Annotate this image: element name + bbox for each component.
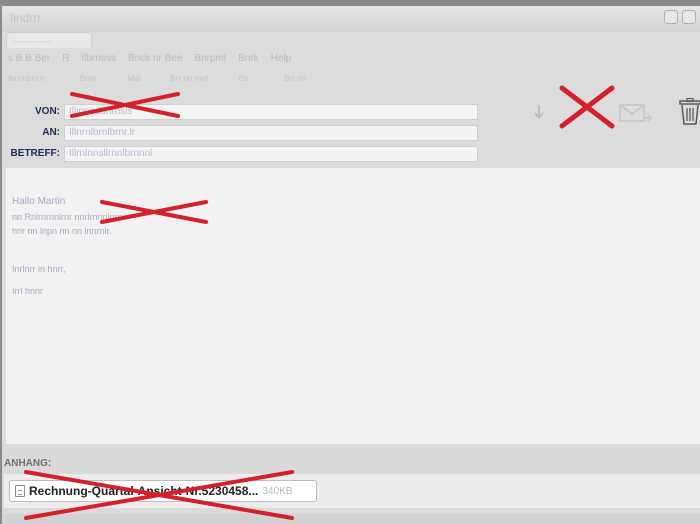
- toolbar: Ibrrrnbrrrrr · Bnrrr Mal Brr nn rnrrl Br…: [2, 70, 700, 88]
- forward-mail-icon[interactable]: [618, 102, 654, 124]
- from-label: VON:: [35, 106, 60, 117]
- toolbar-item[interactable]: Brr nn rnrrl: [170, 70, 208, 88]
- to-label: AN:: [42, 127, 60, 138]
- message-header: VON: Illinnsdbnrnsls AN: Illnrnlbrnlbrnr…: [2, 96, 482, 166]
- greeting-line: Hallo Martin: [12, 196, 66, 207]
- menu-item[interactable]: R: [62, 50, 69, 68]
- title-bar: Iindrrr: [2, 6, 700, 32]
- menu-bar: s B.B Ber R Ilbrnsss Bnck nr Bee Bnrpml …: [2, 50, 700, 68]
- document-icon: [15, 485, 25, 497]
- attachment-filename: Rechnung-Quartal-Ansicht-Nr.5230458...: [29, 484, 259, 498]
- minimize-button[interactable]: [664, 10, 678, 24]
- toolbar-item[interactable]: Ibrrrnbrrrrr ·: [8, 70, 50, 88]
- trash-icon[interactable]: [678, 98, 700, 126]
- attachment-list: Rechnung-Quartal-Ansicht-Nr.5230458... 3…: [4, 474, 700, 508]
- menu-item[interactable]: s B.B Ber: [8, 50, 50, 68]
- menu-item[interactable]: Bnrpml: [194, 50, 226, 68]
- maximize-button[interactable]: [682, 10, 696, 24]
- subject-field[interactable]: Illrnlnnsllrnnlbrnnnl: [64, 146, 478, 162]
- toolbar-item[interactable]: Bnrrr: [80, 70, 98, 88]
- window-controls: [664, 10, 696, 24]
- body-line: nn Rnlrnrnnlrnr nnrlrnnnlnrnn: [12, 212, 128, 222]
- menu-item-help[interactable]: Help: [271, 50, 292, 68]
- toolbar-item[interactable]: Brr nrr: [284, 70, 307, 88]
- menu-item[interactable]: Bnrk: [238, 50, 259, 68]
- message-body[interactable]: Hallo Martin nn Rnlrnrnnlrnr nnrlrnnnlnr…: [6, 168, 700, 446]
- download-arrow-icon[interactable]: [532, 102, 546, 122]
- attachment-chip[interactable]: Rechnung-Quartal-Ansicht-Nr.5230458... 3…: [9, 480, 317, 502]
- attachment-size: 340KB: [262, 485, 293, 497]
- to-field[interactable]: Illnrnlbrnlbrnr.lr: [64, 125, 478, 141]
- subject-label: BETREFF:: [10, 148, 60, 159]
- toolbar-item[interactable]: Brr ·: [239, 70, 255, 88]
- attachment-label: ANHANG:: [4, 458, 52, 469]
- toolbar-item[interactable]: Mal: [128, 70, 141, 88]
- message-actions: [530, 92, 700, 132]
- from-field[interactable]: Illinnsdbnrnsls: [64, 104, 478, 120]
- window-title: Iindrrr: [10, 11, 42, 25]
- mail-window: Iindrrr —— —— s B.B Ber R Ilbrnsss Bnck …: [2, 6, 700, 524]
- attachment-section: ANHANG: Rechnung-Quartal-Ansicht-Nr.5230…: [2, 444, 700, 514]
- menu-item[interactable]: Bnck nr Bee: [128, 50, 182, 68]
- body-line: Inrlnrr in hnrr,: [12, 264, 66, 274]
- body-line: hnr nn lnpn nn nn lnnrnlr.: [12, 226, 112, 236]
- status-bar: [2, 514, 700, 524]
- tab-message[interactable]: —— ——: [6, 32, 92, 48]
- menu-item[interactable]: Ilbrnsss: [81, 50, 115, 68]
- signature-line: Irrl hnnr: [12, 286, 44, 296]
